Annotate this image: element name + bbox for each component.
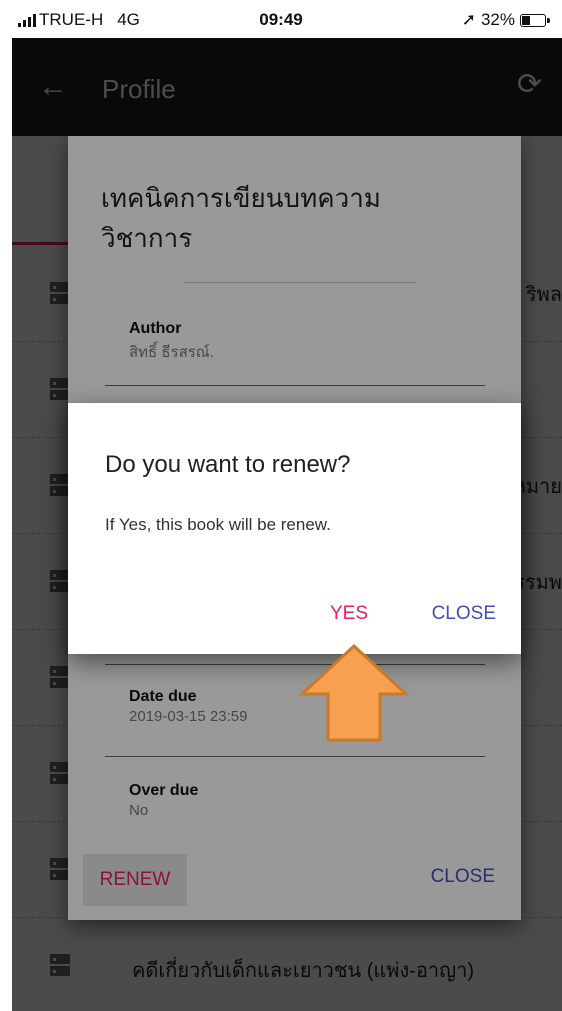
location-icon: ➚ <box>461 10 476 29</box>
close-button[interactable]: CLOSE <box>432 603 496 625</box>
dialog-title: Do you want to renew? <box>105 451 351 478</box>
battery-percent: 32% <box>480 10 515 29</box>
renew-confirm-dialog: Do you want to renew? If Yes, this book … <box>68 403 521 654</box>
dialog-message: If Yes, this book will be renew. <box>105 515 331 534</box>
app-screen: ← Profile ⟳ ริพล หมาย รรมพ <box>12 38 562 1011</box>
battery-icon <box>520 13 550 27</box>
arrow-up-icon <box>298 643 410 742</box>
status-right: ➚ 32% <box>461 10 550 30</box>
yes-button[interactable]: YES <box>330 603 368 625</box>
status-bar: TRUE-H 4G 09:49 ➚ 32% <box>0 0 562 38</box>
